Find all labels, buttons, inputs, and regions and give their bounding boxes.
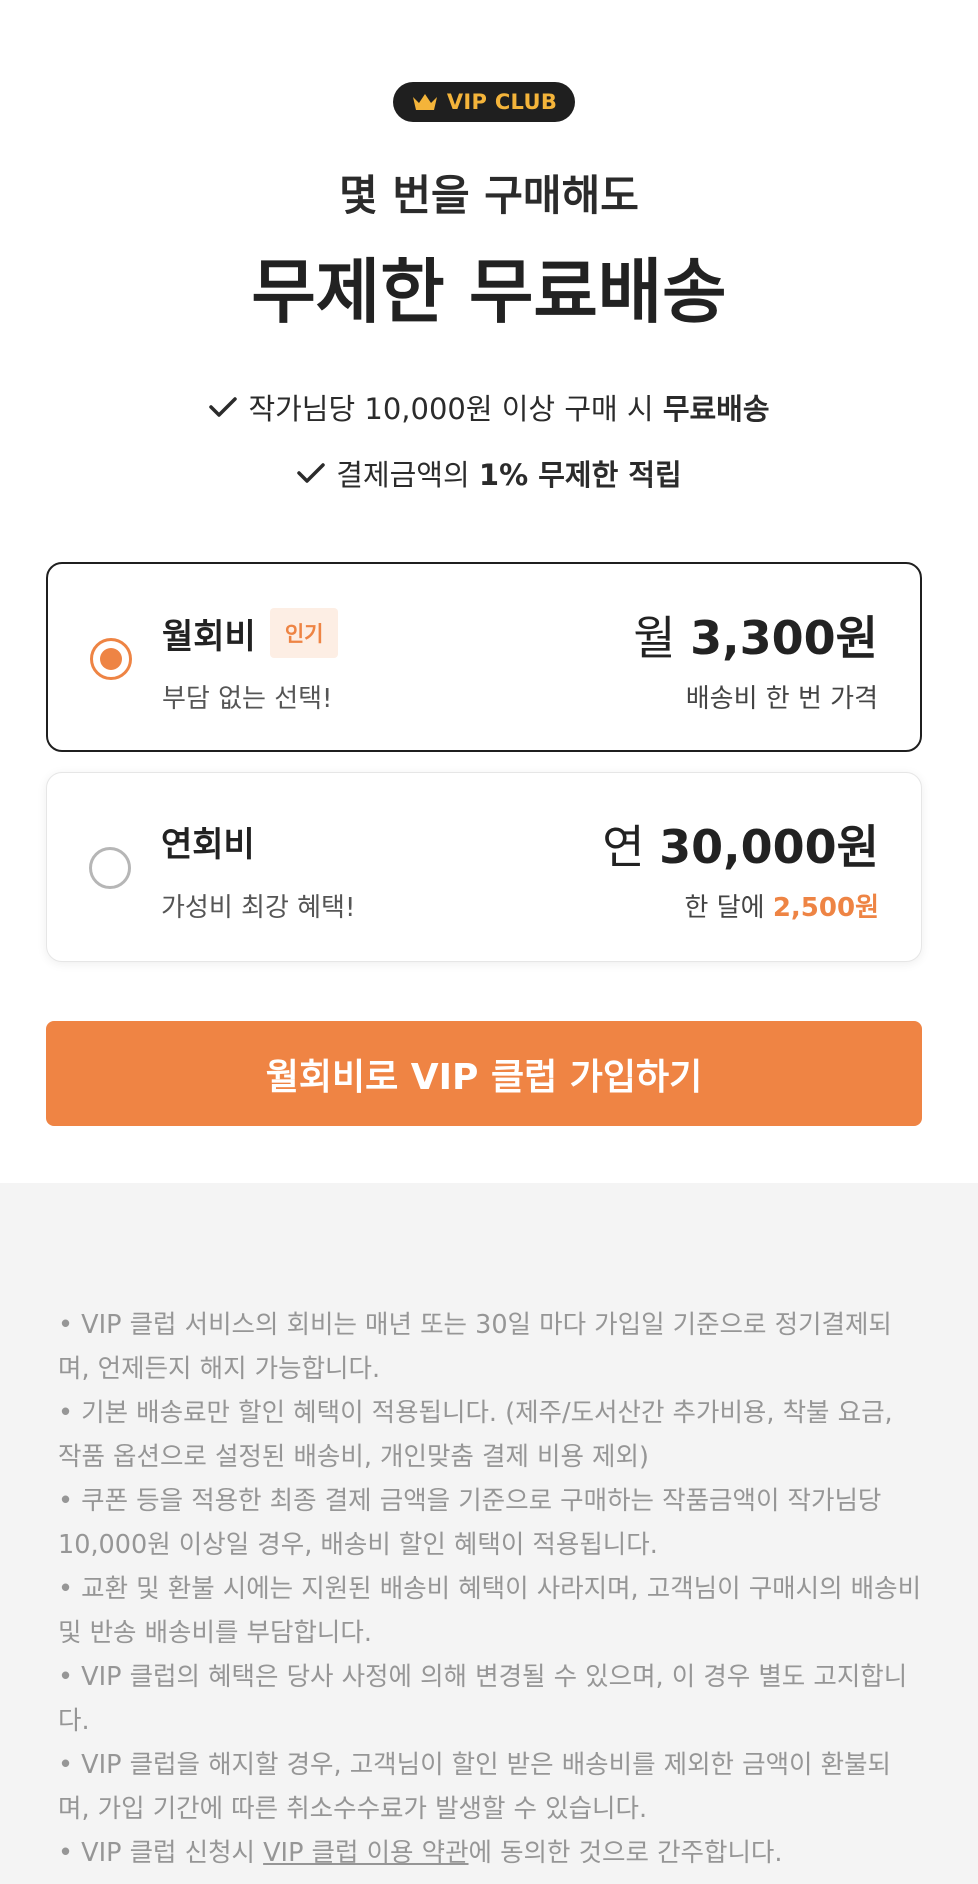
benefit-text: 작가님당 10,000원 이상 구매 시 [248, 392, 663, 426]
price-note-prefix: 한 달에 [684, 893, 773, 923]
hero-title: 무제한 무료배송 [251, 251, 727, 333]
note-item: • 교환 및 환불 시에는 지원된 배송비 혜택이 사라지며, 고객님이 구매시… [58, 1574, 922, 1648]
benefit-points: 결제금액의 1% 무제한 적립 [0, 452, 978, 494]
vip-club-badge: VIP CLUB [393, 82, 575, 122]
benefit-text: 결제금액의 [336, 458, 479, 492]
note-item-terms: • VIP 클럽 신청시 VIP 클럽 이용 약관에 동의한 것으로 간주합니다… [58, 1831, 922, 1875]
price-prefix: 월 [633, 611, 691, 665]
benefit-emphasis: 1% 무제한 적립 [478, 458, 682, 492]
note-prefix: • VIP 클럽 신청시 [58, 1838, 264, 1868]
benefit-free-shipping: 작가님당 10,000원 이상 구매 시 무료배송 [0, 386, 978, 428]
price-amount: 30,000원 [659, 820, 879, 874]
terms-link[interactable]: VIP 클럽 이용 약관 [263, 1838, 468, 1868]
note-item: • VIP 클럽을 해지할 경우, 고객님이 할인 받은 배송비를 제외한 금액… [58, 1750, 891, 1824]
price-prefix: 연 [602, 820, 660, 874]
note-item: • 쿠폰 등을 적용한 최종 결제 금액을 기준으로 구매하는 작품금액이 작가… [58, 1486, 882, 1560]
plan-name: 월회비 [162, 616, 256, 657]
hero-subtitle: 몇 번을 구매해도 [339, 171, 639, 220]
radio-unselected-icon[interactable] [89, 847, 131, 889]
price-note: 한 달에 2,500원 [685, 887, 879, 924]
price-note: 배송비 한 번 가격 [685, 684, 878, 714]
note-item: • 기본 배송료만 할인 혜택이 적용됩니다. (제주/도서산간 추가비용, 착… [58, 1398, 893, 1472]
plan-name: 연회비 [161, 825, 255, 865]
note-suffix: 에 동의한 것으로 간주합니다. [468, 1838, 783, 1868]
terms-notes: • VIP 클럽 서비스의 회비는 매년 또는 30일 마다 가입일 기준으로 … [0, 1183, 978, 1884]
radio-selected-icon[interactable] [90, 638, 132, 680]
badge-label: VIP CLUB [446, 90, 558, 114]
vip-hero: VIP CLUB 몇 번을 구매해도 무제한 무료배송 작가님당 10,000원… [0, 0, 978, 1183]
crown-icon [412, 94, 437, 110]
check-icon [209, 397, 238, 417]
plan-option-yearly[interactable]: 연회비 가성비 최강 혜택! 연 30,000원 한 달에 2,500원 [46, 772, 922, 962]
price-amount: 3,300원 [690, 611, 878, 665]
note-item: • VIP 클럽의 혜택은 당사 사정에 의해 변경될 수 있으며, 이 경우 … [58, 1662, 908, 1736]
join-vip-button[interactable]: 월회비로 VIP 클럽 가입하기 [46, 1021, 922, 1126]
benefit-emphasis: 무료배송 [662, 392, 770, 426]
popular-tag: 인기 [269, 608, 339, 658]
plan-option-monthly[interactable]: 월회비 인기 부담 없는 선택! 월 3,300원 배송비 한 번 가격 [46, 562, 922, 752]
plan-price: 월 3,300원 [633, 602, 878, 668]
plan-price: 연 30,000원 [602, 811, 879, 877]
check-icon [297, 463, 326, 483]
monthly-equivalent: 2,500원 [772, 893, 879, 923]
plan-description: 부담 없는 선택! [162, 684, 333, 714]
plan-description: 가성비 최강 혜택! [161, 893, 356, 923]
note-item: • VIP 클럽 서비스의 회비는 매년 또는 30일 마다 가입일 기준으로 … [58, 1310, 892, 1384]
